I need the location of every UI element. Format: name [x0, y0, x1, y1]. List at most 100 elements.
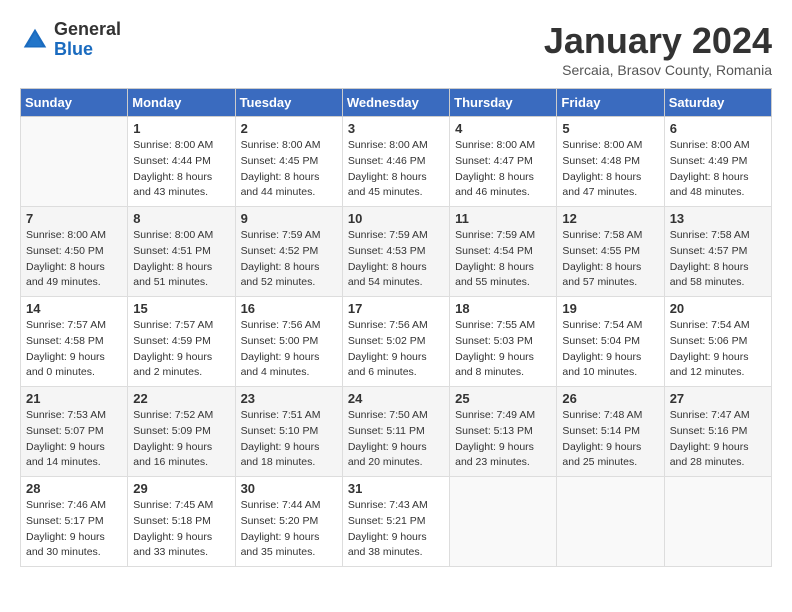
day-number: 30: [241, 481, 337, 496]
logo-general: General: [54, 20, 121, 40]
day-info: Sunrise: 8:00 AMSunset: 4:49 PMDaylight:…: [670, 138, 766, 201]
day-number: 29: [133, 481, 229, 496]
day-info: Sunrise: 8:00 AMSunset: 4:50 PMDaylight:…: [26, 228, 122, 291]
day-info: Sunrise: 7:49 AMSunset: 5:13 PMDaylight:…: [455, 408, 551, 471]
day-number: 28: [26, 481, 122, 496]
logo-blue: Blue: [54, 40, 121, 60]
title-block: January 2024 Sercaia, Brasov County, Rom…: [544, 20, 772, 78]
calendar-cell: 26 Sunrise: 7:48 AMSunset: 5:14 PMDayligh…: [557, 387, 664, 477]
day-info: Sunrise: 8:00 AMSunset: 4:45 PMDaylight:…: [241, 138, 337, 201]
day-number: 12: [562, 211, 658, 226]
day-number: 5: [562, 121, 658, 136]
calendar-cell: 15 Sunrise: 7:57 AMSunset: 4:59 PMDayligh…: [128, 297, 235, 387]
calendar-table: SundayMondayTuesdayWednesdayThursdayFrid…: [20, 88, 772, 567]
day-info: Sunrise: 7:45 AMSunset: 5:18 PMDaylight:…: [133, 498, 229, 561]
logo-text: General Blue: [54, 20, 121, 60]
day-number: 19: [562, 301, 658, 316]
calendar-cell: 25Sunrise: 7:49 AMSunset: 5:13 PMDayligh…: [450, 387, 557, 477]
day-info: Sunrise: 7:48 AMSunset: 5:14 PMDaylight:…: [562, 408, 658, 471]
day-info: Sunrise: 7:51 AMSunset: 5:10 PMDaylight:…: [241, 408, 337, 471]
calendar-cell: 21Sunrise: 7:53 AMSunset: 5:07 PMDayligh…: [21, 387, 128, 477]
calendar-cell: 31Sunrise: 7:43 AMSunset: 5:21 PMDayligh…: [342, 477, 449, 567]
day-number: 17: [348, 301, 444, 316]
header-tuesday: Tuesday: [235, 89, 342, 117]
header-monday: Monday: [128, 89, 235, 117]
day-number: 7: [26, 211, 122, 226]
calendar-cell: 1Sunrise: 8:00 AMSunset: 4:44 PMDaylight…: [128, 117, 235, 207]
day-number: 4: [455, 121, 551, 136]
week-row-4: 21Sunrise: 7:53 AMSunset: 5:07 PMDayligh…: [21, 387, 772, 477]
day-info: Sunrise: 7:58 AMSunset: 4:57 PMDaylight:…: [670, 228, 766, 291]
calendar-cell: 4 Sunrise: 8:00 AMSunset: 4:47 PMDaylight…: [450, 117, 557, 207]
day-number: 16: [241, 301, 337, 316]
calendar-cell: 6 Sunrise: 8:00 AMSunset: 4:49 PMDaylight…: [664, 117, 771, 207]
day-info: Sunrise: 7:52 AMSunset: 5:09 PMDaylight:…: [133, 408, 229, 471]
week-row-1: 1Sunrise: 8:00 AMSunset: 4:44 PMDaylight…: [21, 117, 772, 207]
header-row: SundayMondayTuesdayWednesdayThursdayFrid…: [21, 89, 772, 117]
calendar-cell: 18Sunrise: 7:55 AMSunset: 5:03 PMDayligh…: [450, 297, 557, 387]
day-info: Sunrise: 8:00 AMSunset: 4:51 PMDaylight:…: [133, 228, 229, 291]
day-number: 21: [26, 391, 122, 406]
calendar-cell: [664, 477, 771, 567]
calendar-cell: 12 Sunrise: 7:58 AMSunset: 4:55 PMDayligh…: [557, 207, 664, 297]
calendar-cell: 22 Sunrise: 7:52 AMSunset: 5:09 PMDayligh…: [128, 387, 235, 477]
logo: General Blue: [20, 20, 121, 60]
page-header: General Blue January 2024 Sercaia, Braso…: [20, 20, 772, 78]
day-info: Sunrise: 7:43 AMSunset: 5:21 PMDaylight:…: [348, 498, 444, 561]
day-number: 26: [562, 391, 658, 406]
day-number: 6: [670, 121, 766, 136]
calendar-cell: 30 Sunrise: 7:44 AMSunset: 5:20 PMDayligh…: [235, 477, 342, 567]
day-number: 11: [455, 211, 551, 226]
day-number: 23: [241, 391, 337, 406]
week-row-3: 14 Sunrise: 7:57 AMSunset: 4:58 PMDayligh…: [21, 297, 772, 387]
logo-icon: [20, 25, 50, 55]
day-number: 18: [455, 301, 551, 316]
calendar-cell: 5 Sunrise: 8:00 AMSunset: 4:48 PMDaylight…: [557, 117, 664, 207]
day-info: Sunrise: 8:00 AMSunset: 4:47 PMDaylight:…: [455, 138, 551, 201]
day-info: Sunrise: 7:46 AMSunset: 5:17 PMDaylight:…: [26, 498, 122, 561]
day-info: Sunrise: 7:56 AMSunset: 5:00 PMDaylight:…: [241, 318, 337, 381]
day-number: 22: [133, 391, 229, 406]
day-number: 14: [26, 301, 122, 316]
calendar-cell: 19 Sunrise: 7:54 AMSunset: 5:04 PMDayligh…: [557, 297, 664, 387]
day-number: 1: [133, 121, 229, 136]
day-info: Sunrise: 7:44 AMSunset: 5:20 PMDaylight:…: [241, 498, 337, 561]
calendar-cell: 10Sunrise: 7:59 AMSunset: 4:53 PMDayligh…: [342, 207, 449, 297]
location: Sercaia, Brasov County, Romania: [544, 62, 772, 78]
calendar-cell: 14 Sunrise: 7:57 AMSunset: 4:58 PMDayligh…: [21, 297, 128, 387]
day-number: 24: [348, 391, 444, 406]
day-number: 8: [133, 211, 229, 226]
calendar-cell: 17Sunrise: 7:56 AMSunset: 5:02 PMDayligh…: [342, 297, 449, 387]
day-number: 15: [133, 301, 229, 316]
calendar-cell: 13Sunrise: 7:58 AMSunset: 4:57 PMDayligh…: [664, 207, 771, 297]
header-sunday: Sunday: [21, 89, 128, 117]
week-row-5: 28 Sunrise: 7:46 AMSunset: 5:17 PMDayligh…: [21, 477, 772, 567]
calendar-cell: 9 Sunrise: 7:59 AMSunset: 4:52 PMDaylight…: [235, 207, 342, 297]
calendar-cell: 11 Sunrise: 7:59 AMSunset: 4:54 PMDayligh…: [450, 207, 557, 297]
day-number: 27: [670, 391, 766, 406]
day-info: Sunrise: 7:58 AMSunset: 4:55 PMDaylight:…: [562, 228, 658, 291]
day-info: Sunrise: 7:59 AMSunset: 4:54 PMDaylight:…: [455, 228, 551, 291]
day-info: Sunrise: 7:47 AMSunset: 5:16 PMDaylight:…: [670, 408, 766, 471]
week-row-2: 7 Sunrise: 8:00 AMSunset: 4:50 PMDaylight…: [21, 207, 772, 297]
header-thursday: Thursday: [450, 89, 557, 117]
day-info: Sunrise: 7:54 AMSunset: 5:06 PMDaylight:…: [670, 318, 766, 381]
calendar-cell: 8 Sunrise: 8:00 AMSunset: 4:51 PMDaylight…: [128, 207, 235, 297]
header-friday: Friday: [557, 89, 664, 117]
day-info: Sunrise: 8:00 AMSunset: 4:48 PMDaylight:…: [562, 138, 658, 201]
day-info: Sunrise: 7:57 AMSunset: 4:59 PMDaylight:…: [133, 318, 229, 381]
calendar-cell: 2 Sunrise: 8:00 AMSunset: 4:45 PMDaylight…: [235, 117, 342, 207]
calendar-cell: [557, 477, 664, 567]
day-info: Sunrise: 7:54 AMSunset: 5:04 PMDaylight:…: [562, 318, 658, 381]
calendar-cell: 16 Sunrise: 7:56 AMSunset: 5:00 PMDayligh…: [235, 297, 342, 387]
day-number: 3: [348, 121, 444, 136]
day-number: 20: [670, 301, 766, 316]
day-number: 9: [241, 211, 337, 226]
calendar-cell: [21, 117, 128, 207]
day-info: Sunrise: 7:59 AMSunset: 4:52 PMDaylight:…: [241, 228, 337, 291]
day-number: 2: [241, 121, 337, 136]
header-wednesday: Wednesday: [342, 89, 449, 117]
calendar-cell: 28 Sunrise: 7:46 AMSunset: 5:17 PMDayligh…: [21, 477, 128, 567]
day-info: Sunrise: 7:57 AMSunset: 4:58 PMDaylight:…: [26, 318, 122, 381]
calendar-cell: 3Sunrise: 8:00 AMSunset: 4:46 PMDaylight…: [342, 117, 449, 207]
